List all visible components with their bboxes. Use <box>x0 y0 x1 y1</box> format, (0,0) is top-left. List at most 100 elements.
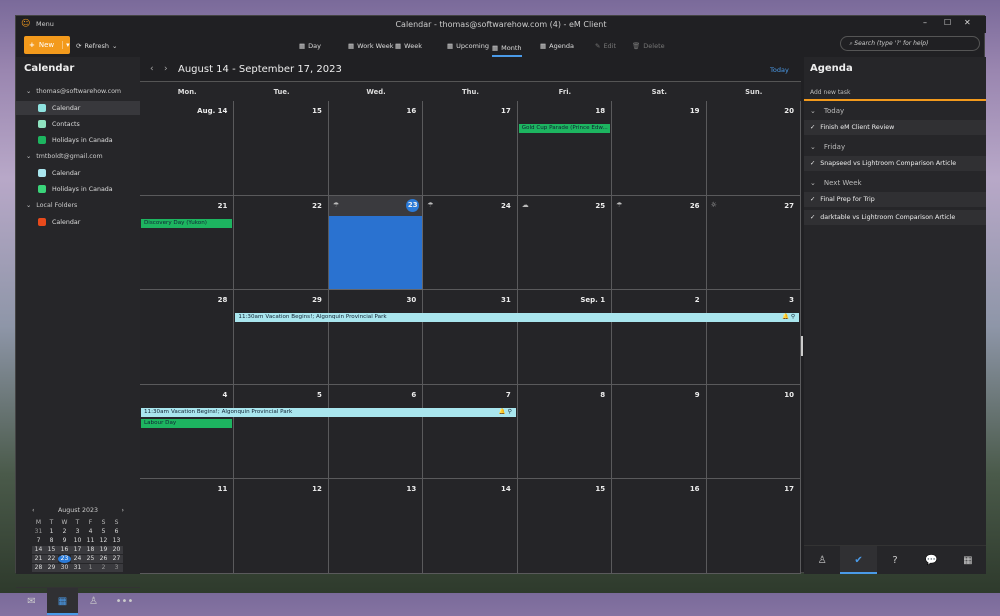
view-upcoming-button[interactable]: ▦ Upcoming <box>447 40 489 52</box>
contacts-icon[interactable]: ♙ <box>804 546 840 574</box>
mini-day[interactable]: 7 <box>32 537 45 545</box>
day-cell[interactable]: 20 <box>706 101 801 196</box>
mini-day[interactable]: 3 <box>71 528 84 536</box>
task-item[interactable]: ✓ Final Prep for Trip <box>804 192 986 207</box>
day-cell[interactable]: 5 <box>234 384 329 480</box>
mini-day[interactable]: 28 <box>32 564 45 572</box>
view-agenda-button[interactable]: ▦ Agenda <box>540 40 574 52</box>
agenda-group-header[interactable]: ⌄ Friday <box>810 143 845 151</box>
view-week-button[interactable]: ▦ Week <box>395 40 422 52</box>
day-cell[interactable]: 17 <box>706 479 801 574</box>
tasks-check-icon[interactable]: ✔ <box>840 546 877 574</box>
account-header[interactable]: ⌄ Local Folders <box>26 202 77 209</box>
calendar-event[interactable]: 11:30am Vacation Begins!; Algonquin Provi… <box>235 313 799 323</box>
check-icon[interactable]: ✓ <box>810 160 815 167</box>
splitter-handle[interactable] <box>801 336 803 356</box>
today-selection[interactable] <box>328 215 423 290</box>
task-item[interactable]: ✓ darktable vs Lightroom Comparison Artic… <box>804 210 986 225</box>
day-cell[interactable]: 31 <box>423 290 518 385</box>
sidebar-calendar-item[interactable]: Calendar <box>16 166 140 180</box>
account-header[interactable]: ⌄ tmtboldt@gmail.com <box>26 153 103 160</box>
help-icon[interactable]: ? <box>877 546 913 574</box>
mini-day[interactable]: 14 <box>32 546 45 554</box>
mini-day[interactable]: 9 <box>58 537 71 545</box>
mini-day[interactable]: 31 <box>71 564 84 572</box>
mini-day[interactable]: 8 <box>45 537 58 545</box>
day-cell[interactable]: 17 <box>423 101 518 196</box>
day-cell[interactable]: 10 <box>706 384 801 480</box>
prev-range-button[interactable]: ‹ <box>150 64 154 74</box>
mini-day[interactable]: 4 <box>84 528 97 536</box>
mini-day[interactable]: 21 <box>32 555 45 563</box>
search-input[interactable]: ⌕ Search (type '?' for help) <box>840 36 980 51</box>
agenda-group-header[interactable]: ⌄ Today <box>810 107 844 115</box>
day-cell[interactable]: 24 ☂ <box>423 195 518 291</box>
mini-day[interactable]: 11 <box>84 537 97 545</box>
refresh-button[interactable]: ⟳ Refresh ⌄ <box>76 40 117 52</box>
mini-day[interactable]: 5 <box>97 528 110 536</box>
mini-day[interactable]: 20 <box>110 546 123 554</box>
mini-day[interactable]: 1 <box>45 528 58 536</box>
mini-day[interactable]: 26 <box>97 555 110 563</box>
task-item[interactable]: ✓ Snapseed vs Lightroom Comparison Articl… <box>804 156 986 171</box>
mini-next-button[interactable]: › <box>121 507 124 514</box>
day-cell[interactable]: 18 <box>517 101 613 196</box>
mini-day[interactable]: 6 <box>110 528 123 536</box>
calendar-event[interactable]: Gold Cup Parade (Prince Edw... <box>518 124 611 133</box>
day-cell[interactable]: 15 <box>517 479 613 574</box>
calendar-event[interactable]: Labour Day <box>141 418 233 428</box>
chat-icon[interactable]: 💬 <box>913 546 949 574</box>
mini-day[interactable]: 22 <box>45 555 58 563</box>
day-cell[interactable]: 30 <box>328 290 424 385</box>
day-cell[interactable]: 27 ☼ <box>706 195 801 291</box>
calendar-event[interactable]: 11:30am Vacation Begins!; Algonquin Provi… <box>141 407 516 417</box>
day-cell[interactable]: 19 <box>612 101 707 196</box>
mini-day[interactable]: 17 <box>71 546 84 554</box>
agenda-group-header[interactable]: ⌄ Next Week <box>810 179 862 187</box>
sidebar-calendar-item[interactable]: Calendar <box>16 101 140 115</box>
mini-day[interactable]: 2 <box>58 528 71 536</box>
day-cell[interactable]: 14 <box>423 479 518 574</box>
day-cell[interactable]: 8 <box>517 384 613 480</box>
mini-day[interactable]: 3 <box>110 564 123 572</box>
mini-day[interactable]: 29 <box>45 564 58 572</box>
check-icon[interactable]: ✓ <box>810 196 815 203</box>
day-cell[interactable]: 26 ☂ <box>612 195 707 291</box>
mini-prev-button[interactable]: ‹ <box>32 507 35 514</box>
view-work-week-button[interactable]: ▦ Work Week <box>348 40 394 52</box>
minimize-button[interactable]: – <box>923 18 927 27</box>
day-cell[interactable]: 11 <box>140 479 235 574</box>
day-cell[interactable]: 22 <box>234 195 329 291</box>
mini-day[interactable]: 30 <box>58 564 71 572</box>
sidebar-calendar-item[interactable]: Contacts <box>16 117 140 131</box>
day-cell[interactable]: 6 <box>328 384 424 480</box>
day-cell[interactable]: 16 <box>328 101 424 196</box>
contacts-icon[interactable]: ♙ <box>78 588 109 615</box>
day-cell[interactable]: 4 <box>140 384 235 480</box>
day-cell[interactable]: 13 <box>328 479 424 574</box>
calendar-icon[interactable]: ▦ <box>950 546 986 574</box>
day-cell[interactable]: 12 <box>234 479 329 574</box>
mini-day[interactable]: 27 <box>110 555 123 563</box>
day-cell[interactable]: 16 <box>612 479 707 574</box>
maximize-button[interactable]: ☐ <box>944 18 951 27</box>
mini-day[interactable]: 13 <box>110 537 123 545</box>
chevron-down-icon[interactable]: ▾ <box>62 41 70 49</box>
calendar-checkbox[interactable] <box>38 120 46 128</box>
add-task-input[interactable]: Add new task <box>804 85 986 101</box>
calendar-checkbox[interactable] <box>38 169 46 177</box>
day-cell[interactable]: 28 <box>140 290 235 385</box>
mini-day[interactable]: 31 <box>32 528 45 536</box>
sidebar-calendar-item[interactable]: Calendar <box>16 215 140 229</box>
mini-day[interactable]: 2 <box>97 564 110 572</box>
mini-day[interactable]: 25 <box>84 555 97 563</box>
mini-day[interactable]: 18 <box>84 546 97 554</box>
mini-day[interactable]: 16 <box>58 546 71 554</box>
day-cell[interactable]: 9 <box>612 384 707 480</box>
calendar-checkbox[interactable] <box>38 185 46 193</box>
sidebar-calendar-item[interactable]: Holidays in Canada <box>16 182 140 196</box>
mini-day[interactable]: 24 <box>71 555 84 563</box>
day-cell[interactable]: 15 <box>234 101 329 196</box>
day-cell[interactable]: 23 ☂ <box>328 195 424 291</box>
account-header[interactable]: ⌄ thomas@softwarehow.com <box>26 88 121 95</box>
